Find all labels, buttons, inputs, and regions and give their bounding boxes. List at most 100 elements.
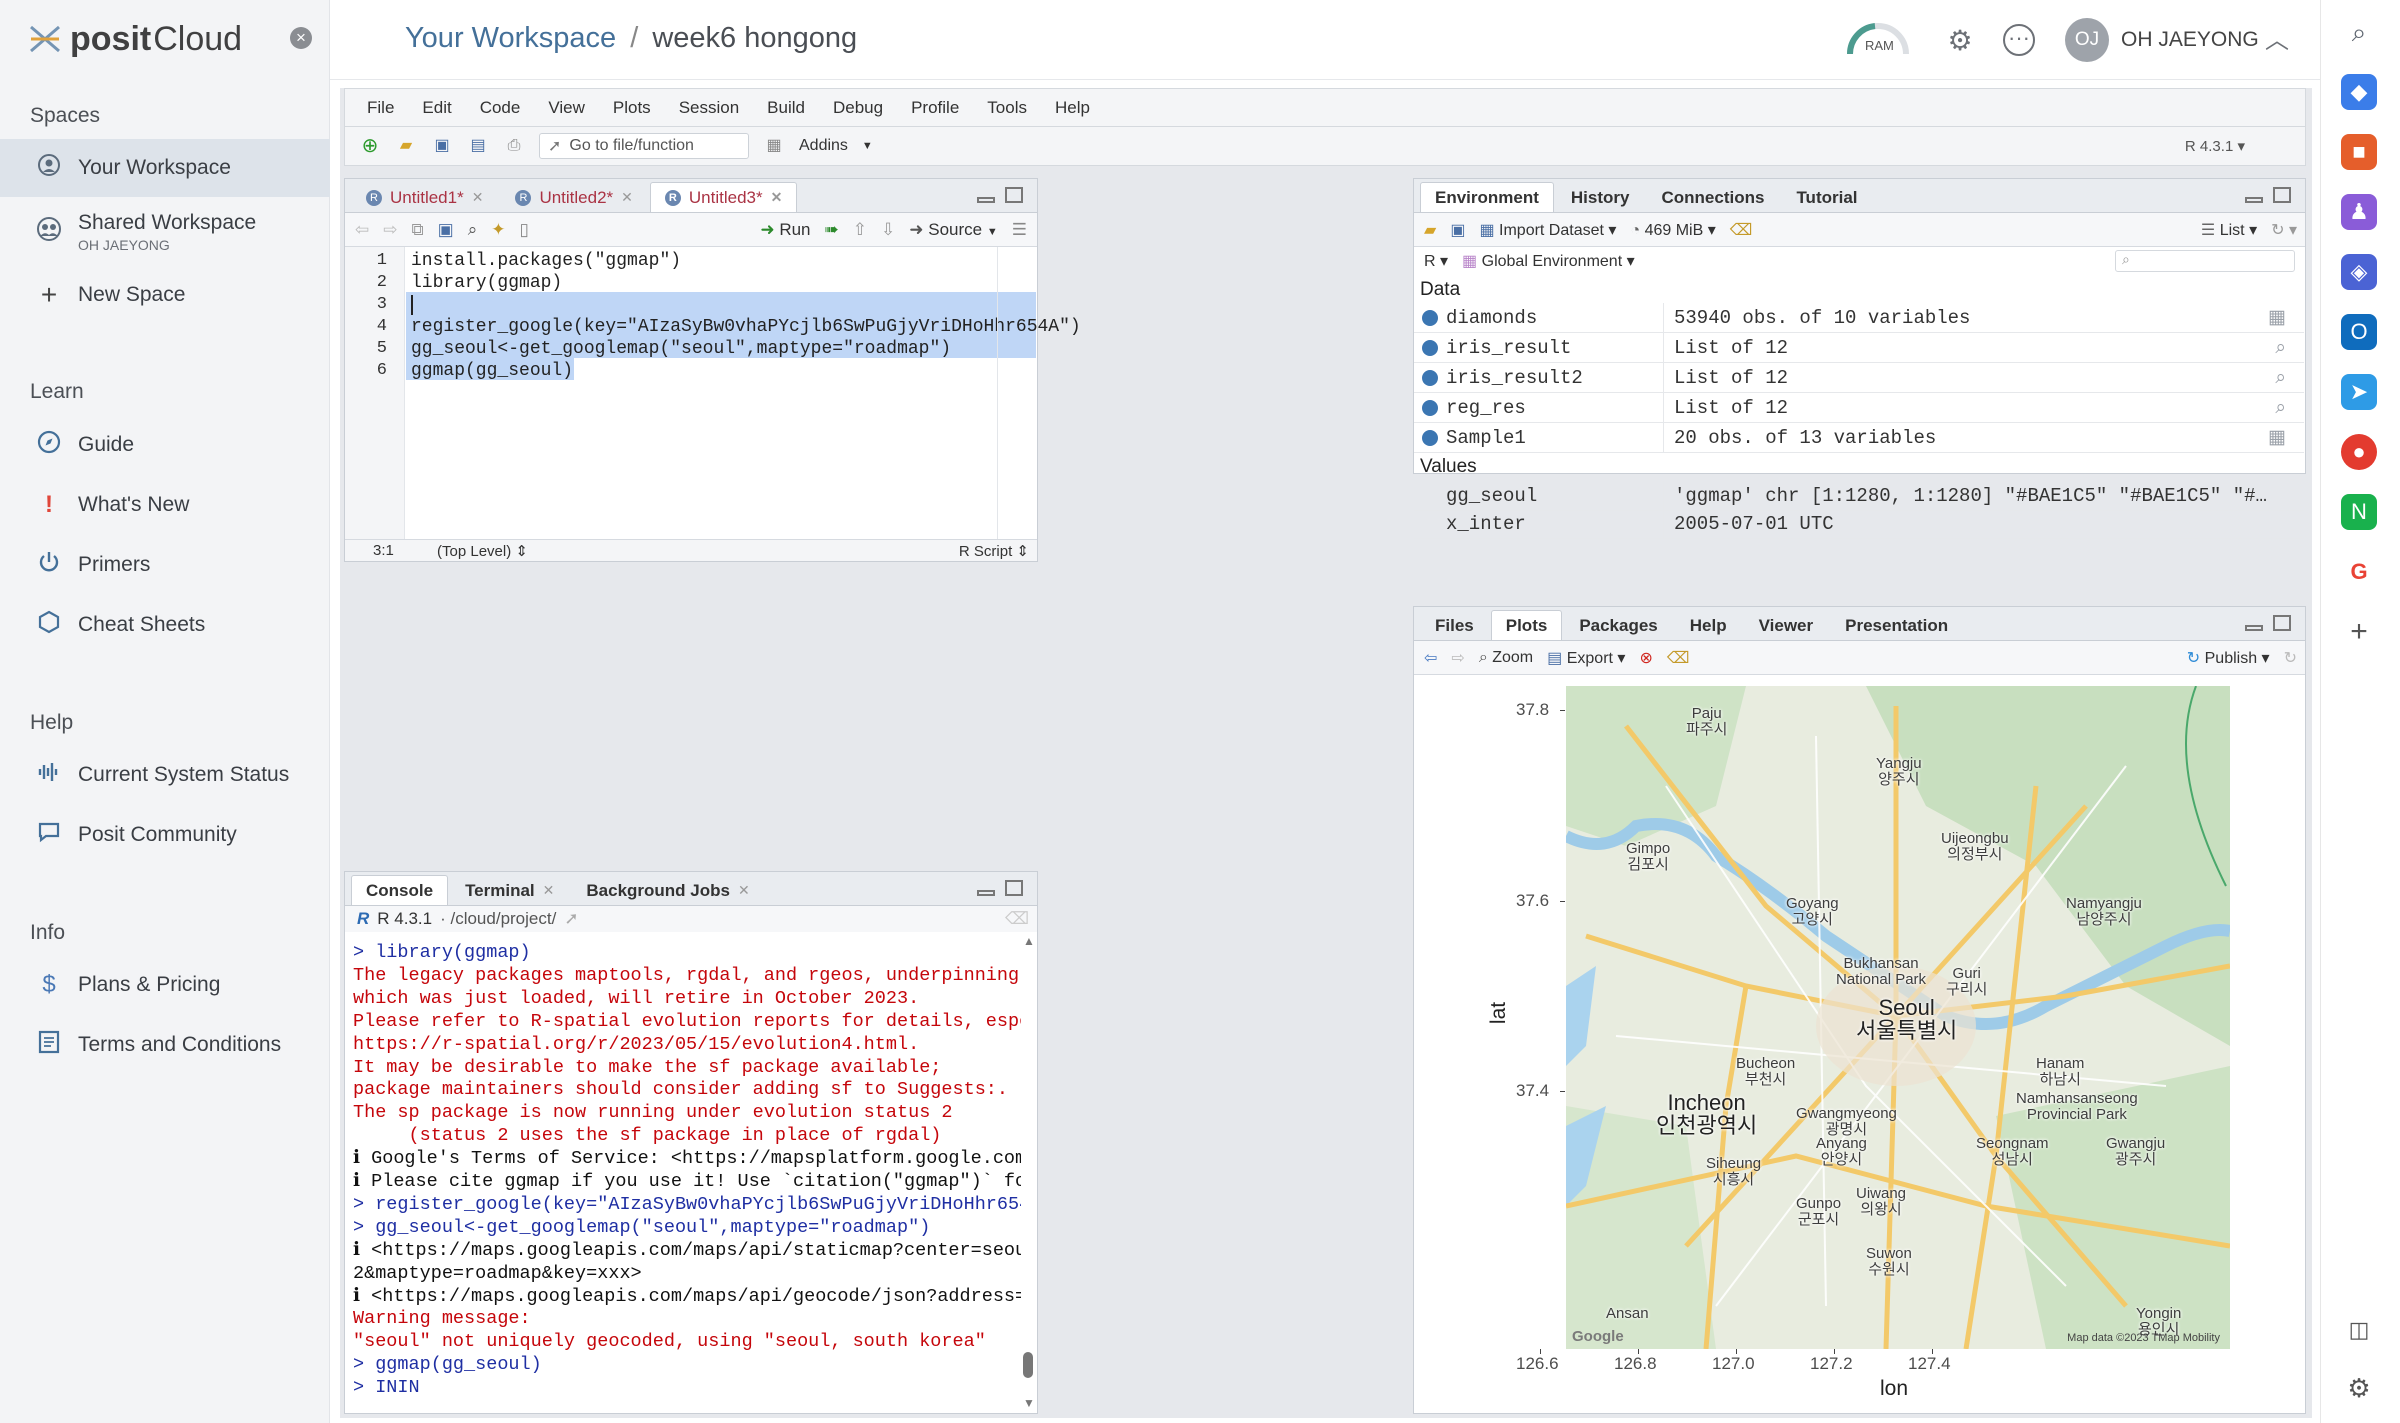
down-arrow-icon[interactable]: ⇩: [881, 220, 895, 240]
tab-tutorial[interactable]: Tutorial: [1781, 182, 1872, 212]
environment-row[interactable]: reg_res List of 12 ⌕: [1414, 392, 2304, 423]
menu-profile[interactable]: Profile: [911, 98, 959, 118]
chess-extension-icon[interactable]: ♟: [2341, 194, 2377, 230]
console-scrollbar[interactable]: ▲ ▼: [1021, 934, 1035, 1412]
close-tab-icon[interactable]: ✕: [543, 882, 555, 899]
environment-row[interactable]: diamonds 53940 obs. of 10 variables ▦: [1414, 302, 2304, 333]
tab-untitled2[interactable]: R Untitled2* ✕: [500, 182, 647, 212]
google-icon[interactable]: G: [2341, 554, 2377, 590]
menu-debug[interactable]: Debug: [833, 98, 883, 118]
file-type[interactable]: R Script ⇕: [959, 542, 1029, 560]
grid-layout-icon[interactable]: ▦: [763, 135, 785, 157]
menu-session[interactable]: Session: [679, 98, 739, 118]
minimize-pane-icon[interactable]: [977, 197, 995, 203]
view-mode-menu[interactable]: ☰ List ▾: [2201, 220, 2257, 240]
menu-edit[interactable]: Edit: [422, 98, 451, 118]
naver-icon[interactable]: N: [2341, 494, 2377, 530]
maximize-pane-icon[interactable]: [1005, 880, 1023, 896]
magic-wand-icon[interactable]: ✦: [491, 220, 505, 240]
breadcrumb-workspace-link[interactable]: Your Workspace: [405, 22, 616, 54]
environment-row[interactable]: iris_result2 List of 12 ⌕: [1414, 362, 2304, 393]
tab-console[interactable]: Console: [351, 875, 449, 905]
menu-code[interactable]: Code: [480, 98, 521, 118]
minimize-pane-icon[interactable]: [977, 890, 995, 896]
search-icon[interactable]: ⌕: [2341, 14, 2377, 50]
next-plot-icon[interactable]: ⇨: [1451, 648, 1464, 668]
outline-icon[interactable]: ☰: [1012, 220, 1027, 240]
close-tab-icon[interactable]: ✕: [738, 882, 750, 899]
sidebar-item-whats-new[interactable]: ! What's New: [0, 476, 330, 534]
expand-icon[interactable]: [1422, 340, 1438, 356]
sidebar-toggle-icon[interactable]: ◫: [2341, 1312, 2377, 1348]
tab-help[interactable]: Help: [1675, 610, 1742, 640]
sidebar-item-primers[interactable]: Primers: [0, 536, 330, 594]
minimize-pane-icon[interactable]: [2245, 197, 2263, 203]
close-tab-icon[interactable]: ✕: [472, 189, 484, 206]
search-icon[interactable]: ⌕: [2275, 337, 2286, 359]
close-sidebar-button[interactable]: ×: [290, 27, 312, 49]
tab-files[interactable]: Files: [1420, 610, 1489, 640]
export-menu[interactable]: ▤ Export ▾: [1547, 648, 1625, 668]
back-arrow-icon[interactable]: ⇦: [355, 220, 369, 240]
sidebar-item-system-status[interactable]: Current System Status: [0, 746, 330, 804]
environment-search-input[interactable]: ⌕: [2115, 250, 2295, 272]
scroll-up-icon[interactable]: ▲: [1023, 934, 1035, 948]
table-view-icon[interactable]: ▦: [2268, 306, 2286, 329]
open-folder-icon[interactable]: ▰: [395, 135, 417, 157]
console-output[interactable]: > library(ggmap) The legacy packages mapt…: [345, 934, 1021, 1414]
environment-row[interactable]: Sample1 20 obs. of 13 variables ▦: [1414, 422, 2304, 453]
expand-icon[interactable]: [1422, 370, 1438, 386]
send-extension-icon[interactable]: ➤: [2341, 374, 2377, 410]
ram-gauge[interactable]: RAM: [1845, 20, 1911, 56]
rerun-icon[interactable]: ➠: [825, 220, 839, 240]
environment-value-row[interactable]: x_inter 2005-07-01 UTC: [1414, 508, 2304, 539]
menu-plots[interactable]: Plots: [613, 98, 651, 118]
save-icon[interactable]: ▣: [431, 135, 453, 157]
maximize-pane-icon[interactable]: [2273, 615, 2291, 631]
import-dataset-menu[interactable]: ▦ Import Dataset ▾: [1479, 220, 1616, 240]
tab-untitled1[interactable]: R Untitled1* ✕: [351, 182, 498, 212]
save-all-icon[interactable]: ▤: [467, 135, 489, 157]
code-line-2[interactable]: library(ggmap): [411, 273, 562, 293]
tab-history[interactable]: History: [1556, 182, 1645, 212]
code-line-1[interactable]: install.packages("ggmap"): [411, 251, 681, 271]
red-extension-icon[interactable]: ●: [2341, 434, 2377, 470]
outlook-icon[interactable]: O: [2341, 314, 2377, 350]
maximize-pane-icon[interactable]: [2273, 187, 2291, 203]
goto-file-input[interactable]: ➚ Go to file/function: [539, 133, 749, 159]
tag-extension-icon[interactable]: ◆: [2341, 74, 2377, 110]
zoom-button[interactable]: ⌕ Zoom: [1479, 649, 1533, 667]
broom-icon[interactable]: ⌫: [1730, 220, 1753, 240]
remove-plot-icon[interactable]: ⊗: [1639, 648, 1652, 668]
memory-usage[interactable]: ◔ 469 MiB ▾: [1630, 220, 1715, 240]
refresh-icon[interactable]: ↻ ▾: [2271, 220, 2297, 240]
menu-view[interactable]: View: [548, 98, 585, 118]
show-in-window-icon[interactable]: ⧉: [412, 220, 424, 240]
find-icon[interactable]: ⌕: [468, 220, 478, 240]
user-menu[interactable]: OJ OH JAEYONG: [2065, 18, 2259, 62]
expand-icon[interactable]: [1422, 310, 1438, 326]
source-button[interactable]: ➜ Source ▼: [909, 220, 997, 240]
toolbox-extension-icon[interactable]: ■: [2341, 134, 2377, 170]
maximize-pane-icon[interactable]: [1005, 187, 1023, 203]
addins-menu[interactable]: Addins: [799, 137, 848, 155]
close-tab-icon[interactable]: ✕: [771, 189, 783, 206]
sidebar-item-plans[interactable]: $ Plans & Pricing: [0, 956, 330, 1014]
sidebar-item-terms[interactable]: Terms and Conditions: [0, 1016, 330, 1074]
code-line-3[interactable]: [411, 295, 413, 315]
clear-console-icon[interactable]: ⌫: [1005, 909, 1029, 929]
sidebar-item-new-space[interactable]: + New Space: [0, 266, 330, 324]
cube-extension-icon[interactable]: ◈: [2341, 254, 2377, 290]
code-line-4[interactable]: register_google(key="AIzaSyBw0vhaPYcjlb6…: [411, 317, 1081, 337]
sidebar-item-community[interactable]: Posit Community: [0, 806, 330, 864]
up-arrow-icon[interactable]: ⇧: [853, 220, 867, 240]
posit-cloud-logo[interactable]: posit Cloud: [28, 18, 242, 60]
tab-environment[interactable]: Environment: [1420, 182, 1554, 212]
tab-plots[interactable]: Plots: [1490, 610, 1563, 640]
clear-plots-icon[interactable]: ⌫: [1667, 648, 1690, 668]
scroll-down-icon[interactable]: ▼: [1023, 1396, 1035, 1410]
tab-background-jobs[interactable]: Background Jobs ✕: [571, 875, 764, 905]
scope-level[interactable]: (Top Level) ⇕: [437, 542, 528, 560]
expand-icon[interactable]: [1422, 430, 1438, 446]
sidebar-item-your-workspace[interactable]: Your Workspace: [0, 139, 330, 197]
